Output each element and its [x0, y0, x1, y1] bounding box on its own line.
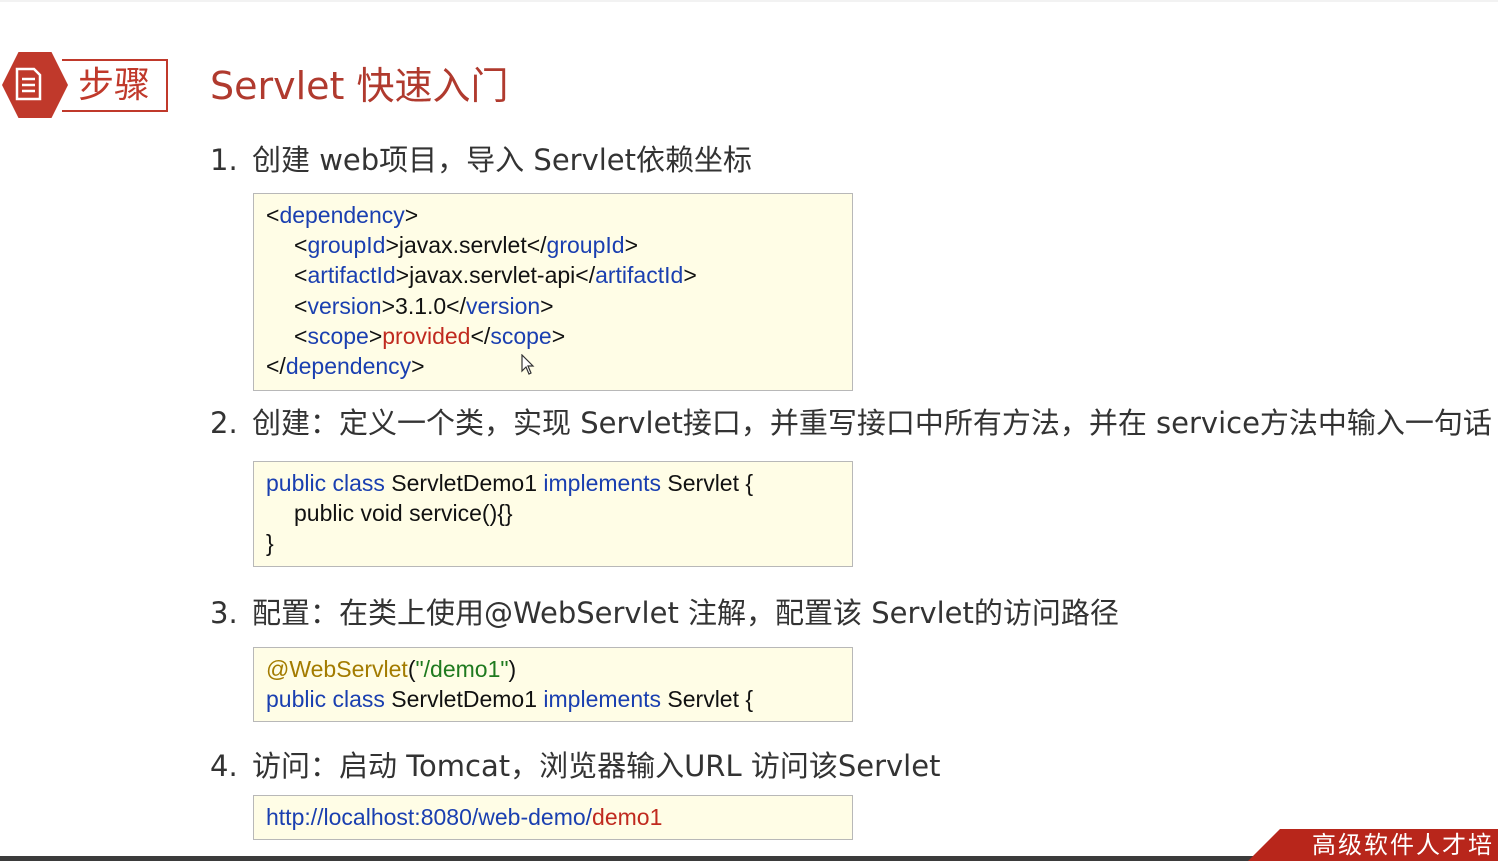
code-keyword: public class [266, 470, 385, 496]
top-divider [0, 0, 1498, 2]
code-token: ServletDemo1 [384, 470, 544, 496]
code-tag: artifactId [307, 262, 396, 289]
code-keyword: implements [543, 470, 662, 496]
step-text: 访问：启动 Tomcat，浏览器输入URL 访问该Servlet [252, 749, 941, 783]
code-token: >javax.servlet-api</ [395, 262, 596, 289]
step-2: 2. 创建：定义一个类，实现 Servlet接口，并重写接口中所有方法，并在 se… [210, 403, 1492, 443]
code-token: < [294, 292, 308, 319]
step-number: 2. [210, 406, 238, 440]
code-block-url: http://localhost:8080/web-demo/demo1 [253, 795, 853, 840]
code-value: provided [382, 322, 471, 349]
code-string: "/demo1" [415, 656, 509, 682]
code-line: http://localhost:8080/web-demo/demo1 [266, 802, 840, 832]
code-line: </dependency> [266, 351, 840, 381]
code-tag: groupId [307, 232, 386, 259]
code-token: Servlet { [661, 470, 754, 496]
step-text: 配置：在类上使用@WebServlet 注解，配置该 Servlet的访问路径 [252, 596, 1119, 630]
code-block-dependency: <dependency> <groupId>javax.servlet</grou… [253, 193, 853, 391]
step-number: 4. [210, 749, 238, 783]
code-token: </ [470, 322, 491, 349]
code-token: > [683, 262, 697, 289]
code-tag: dependency [279, 202, 405, 228]
code-line: @WebServlet("/demo1") [266, 654, 840, 684]
step-number: 3. [210, 596, 238, 630]
code-tag: dependency [285, 353, 412, 380]
code-tag: artifactId [595, 262, 684, 289]
code-token: </ [266, 353, 286, 380]
code-tag: scope [307, 322, 369, 349]
code-annotation: @WebServlet [266, 656, 408, 682]
code-token: > [411, 353, 425, 380]
step-3: 3. 配置：在类上使用@WebServlet 注解，配置该 Servlet的访问路… [210, 593, 1119, 633]
code-line: } [266, 530, 274, 557]
step-number: 1. [210, 143, 238, 177]
code-token: Servlet { [661, 686, 754, 713]
code-token: > [368, 322, 383, 349]
code-token: > [404, 202, 419, 228]
mouse-cursor-icon [521, 354, 535, 375]
code-line: <scope>provided</scope> [266, 321, 840, 351]
code-token: > [551, 322, 566, 349]
code-tag: version [307, 292, 382, 319]
badge-label: 步骤 [78, 65, 151, 106]
code-line: public void service(){} [294, 500, 513, 527]
code-line: public class ServletDemo1 implements Ser… [266, 684, 840, 714]
code-tag: version [466, 292, 541, 319]
code-keyword: implements [543, 686, 662, 713]
step-4: 4. 访问：启动 Tomcat，浏览器输入URL 访问该Servlet [210, 746, 940, 786]
code-line: <artifactId>javax.servlet-api</artifactI… [266, 260, 840, 290]
url-path: demo1 [592, 804, 663, 830]
code-token: ) [508, 656, 517, 682]
code-token: < [294, 322, 308, 349]
code-token: >3.1.0</ [381, 292, 467, 319]
code-line: <dependency> [266, 200, 840, 230]
code-tag: scope [490, 322, 552, 349]
code-line: <groupId>javax.servlet</groupId> [266, 230, 840, 260]
step-text: 创建 web项目，导入 Servlet依赖坐标 [252, 143, 753, 177]
code-block-servlet-class: public class ServletDemo1 implements Ser… [253, 461, 853, 567]
code-tag: groupId [546, 232, 625, 259]
url-base: http://localhost:8080/web-demo/ [266, 804, 593, 830]
code-line: public class ServletDemo1 implements Ser… [266, 468, 840, 498]
code-token: < [294, 262, 308, 289]
code-token: > [624, 232, 638, 259]
step-1: 1. 创建 web项目，导入 Servlet依赖坐标 [210, 140, 752, 180]
code-token: < [266, 202, 280, 228]
code-keyword: public class [266, 686, 385, 713]
footer-banner-text: 高级软件人才培 [1312, 831, 1494, 859]
code-token: ServletDemo1 [384, 686, 544, 713]
step-text: 创建：定义一个类，实现 Servlet接口，并重写接口中所有方法，并在 serv… [252, 406, 1492, 440]
code-token: > [540, 292, 554, 319]
code-token: < [294, 232, 308, 259]
document-icon [15, 67, 42, 101]
code-token: >javax.servlet</ [385, 232, 547, 259]
page-title: Servlet 快速入门 [210, 64, 509, 108]
code-block-annotation: @WebServlet("/demo1") public class Servle… [253, 647, 853, 722]
code-line: <version>3.1.0</version> [266, 291, 840, 321]
